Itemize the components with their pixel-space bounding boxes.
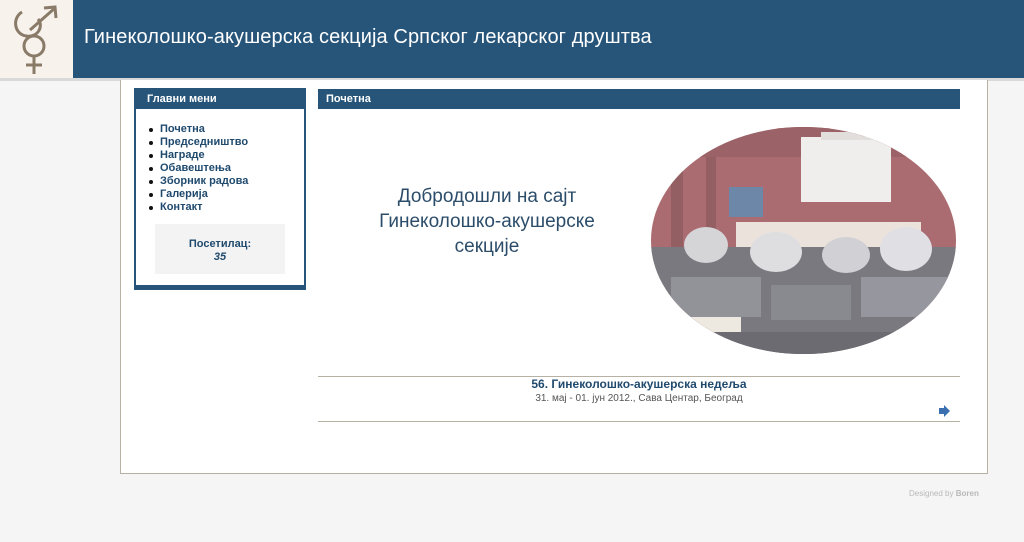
event-subtitle: 31. мај - 01. јун 2012., Сава Центар, Бе… (535, 393, 743, 404)
site-title: Гинеколошко-акушерска секција Српског ле… (84, 26, 652, 48)
menu-item-contact[interactable]: Контакт (149, 201, 304, 214)
page-title: Почетна (318, 89, 960, 109)
visitor-counter-label: Посетилац: (188, 238, 252, 250)
visitor-counter-value: 35 (213, 251, 227, 263)
designer-link[interactable]: Boren (956, 489, 979, 498)
menu-item-gallery[interactable]: Галерија (149, 188, 304, 201)
menu-item-announcements[interactable]: Обавештења (149, 162, 304, 175)
site-logo[interactable] (0, 0, 73, 78)
menu-item-awards[interactable]: Награде (149, 149, 304, 162)
gender-symbol-logo-icon (14, 5, 58, 74)
main-menu-list: Почетна Председништво Награде Обавештења… (136, 123, 304, 214)
event-title[interactable]: 56. Гинеколошко-акушерска недеља (318, 377, 960, 391)
visitor-counter: Посетилац: 35 (155, 224, 285, 274)
conference-photo (651, 127, 956, 354)
menu-item-presidency[interactable]: Председништво (149, 136, 304, 149)
divider-bottom (318, 421, 960, 422)
footer-credit: Designed by Boren (909, 489, 979, 498)
site-header: Гинеколошко-акушерска секција Српског ле… (0, 0, 1024, 81)
menu-item-proceedings[interactable]: Зборник радова (149, 175, 304, 188)
designed-by-label: Designed by (909, 489, 954, 498)
menu-item-home[interactable]: Почетна (149, 123, 304, 136)
welcome-text: Добродошли на сајт Гинеколошко-акушерске… (379, 186, 595, 257)
arrow-right-icon[interactable] (937, 404, 951, 418)
conference-hall-image-icon (651, 127, 956, 354)
main-menu-title: Главни мени (136, 90, 304, 109)
main-menu: Главни мени Почетна Председништво Наград… (134, 88, 306, 290)
